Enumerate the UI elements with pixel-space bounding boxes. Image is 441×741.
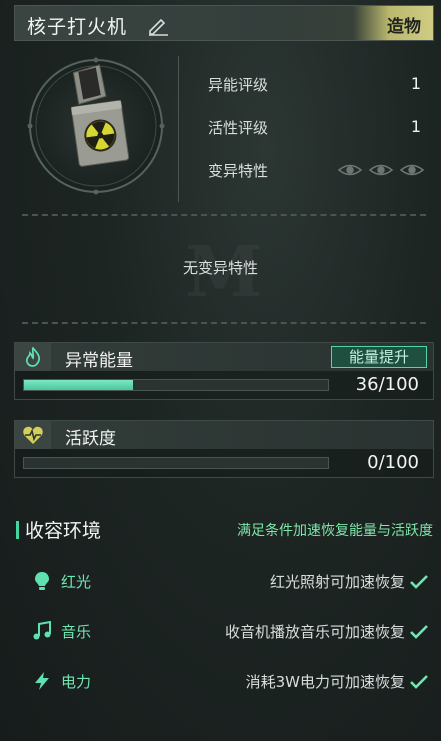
stat-label-ability: 异能评级 xyxy=(208,76,269,94)
energy-boost-button[interactable]: 能量提升 xyxy=(331,346,427,368)
energy-bar xyxy=(23,379,329,391)
energy-value: 36/100 xyxy=(355,374,419,395)
energy-panel-header: 异常能量 能量提升 xyxy=(15,343,433,371)
flame-icon xyxy=(25,347,40,367)
stat-value-ability: 1 xyxy=(410,74,421,93)
energy-icon-box xyxy=(15,343,51,371)
portrait-divider xyxy=(178,56,179,202)
lightning-icon xyxy=(35,672,49,690)
activity-title: 活跃度 xyxy=(65,429,116,449)
energy-panel: 异常能量 能量提升 36/100 xyxy=(14,342,434,400)
eye-icon xyxy=(337,164,363,176)
activity-bar xyxy=(23,457,329,469)
env-item-name: 红光 xyxy=(61,573,92,591)
lightbulb-icon xyxy=(35,572,49,590)
env-item-desc: 红光照射可加速恢复 xyxy=(269,573,405,591)
activity-panel-header: 活跃度 xyxy=(15,421,433,449)
activity-panel: 活跃度 0/100 xyxy=(14,420,434,478)
environment-title: 收容环境 xyxy=(25,520,102,542)
category-tag: 造物 xyxy=(353,6,433,40)
category-label: 造物 xyxy=(387,17,421,37)
env-item-desc: 消耗3W电力可加速恢复 xyxy=(245,673,405,691)
env-item-name: 电力 xyxy=(61,673,92,691)
section-divider xyxy=(22,322,426,324)
item-name: 核子打火机 xyxy=(27,16,128,38)
eye-icon xyxy=(399,164,425,176)
eye-icon xyxy=(368,164,394,176)
environment-accent xyxy=(16,521,19,539)
activity-icon-box xyxy=(15,421,51,449)
environment-note: 满足条件加速恢复能量与活跃度 xyxy=(237,523,433,539)
stat-label-activity: 活性评级 xyxy=(208,119,269,137)
mutation-slots xyxy=(337,164,425,176)
music-note-icon xyxy=(33,621,51,640)
energy-title: 异常能量 xyxy=(65,351,133,371)
stat-label-mutation: 变异特性 xyxy=(208,162,269,180)
check-icon xyxy=(410,575,428,589)
pencil-icon[interactable] xyxy=(147,16,169,36)
no-mutation-text: 无变异特性 xyxy=(182,259,258,277)
item-header: 核子打火机 造物 xyxy=(14,5,434,41)
env-item-name: 音乐 xyxy=(61,623,92,641)
heartbeat-icon xyxy=(23,426,43,444)
check-icon xyxy=(410,625,428,639)
energy-bar-fill xyxy=(24,380,134,390)
env-item-desc: 收音机播放音乐可加速恢复 xyxy=(224,623,405,641)
stat-value-activity: 1 xyxy=(410,117,421,136)
item-portrait xyxy=(27,57,165,195)
activity-value: 0/100 xyxy=(367,452,419,473)
check-icon xyxy=(410,675,428,689)
section-divider xyxy=(22,214,426,216)
